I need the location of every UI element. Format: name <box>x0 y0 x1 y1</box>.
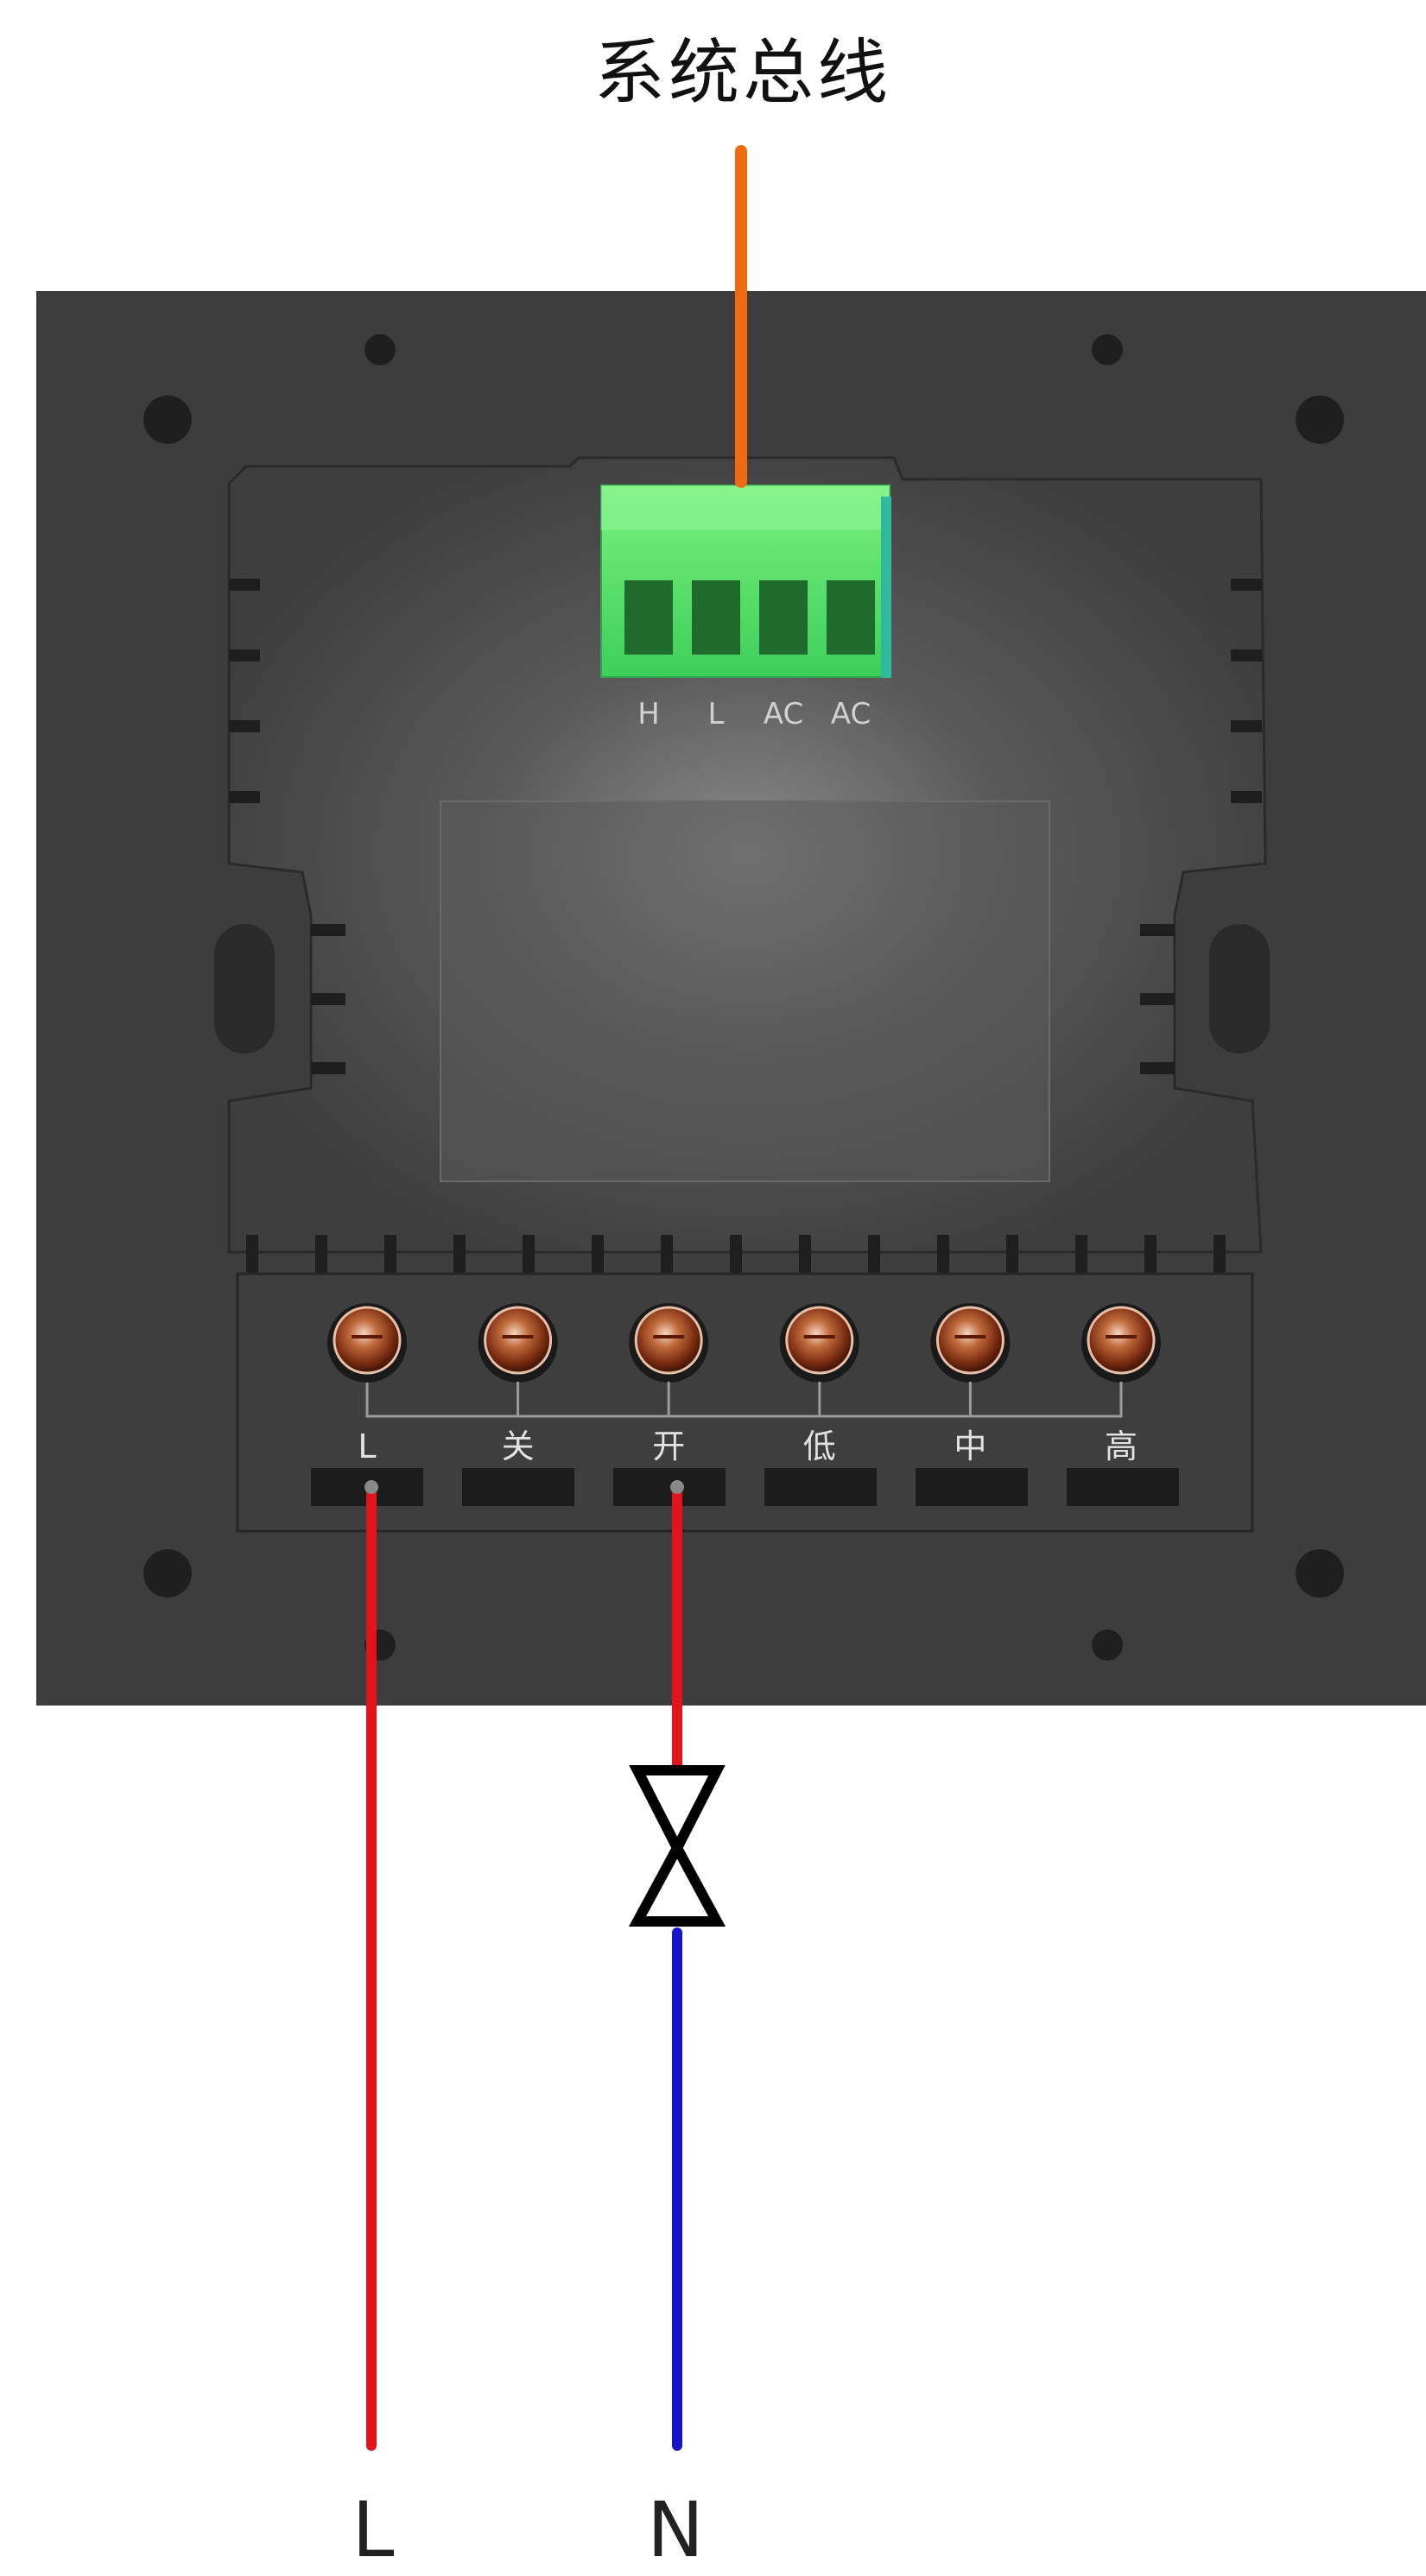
comb-ticks <box>246 1235 1226 1273</box>
neutral-label: N <box>647 2485 704 2574</box>
mount-hole <box>1092 334 1123 365</box>
bus-pin-socket <box>692 580 740 655</box>
screw-head <box>333 1306 402 1375</box>
screw-head <box>484 1306 553 1375</box>
valve-symbol <box>628 1765 726 1927</box>
bus-pin-label: L <box>708 697 725 731</box>
side-slot <box>1209 924 1270 1054</box>
mount-hole <box>143 396 192 444</box>
bus-pin-label: H <box>637 697 660 731</box>
bus-title: 系统总线 <box>594 32 891 114</box>
terminal-label: 开 <box>652 1427 685 1465</box>
label-area <box>440 801 1050 1182</box>
screw-head <box>634 1306 703 1375</box>
mount-hole <box>364 334 396 365</box>
wire-terminal-dot <box>364 1480 378 1494</box>
mount-hole <box>143 1549 192 1598</box>
mount-hole <box>1296 396 1344 444</box>
bus-pin-socket <box>759 580 808 655</box>
live-label: L <box>352 2485 394 2574</box>
mount-hole <box>1092 1630 1123 1661</box>
wire-terminal-dot <box>670 1480 684 1494</box>
wiring-diagram: 系统总线 L 关 开 低 中 高 H L AC AC L N <box>36 32 1426 2574</box>
mount-hole <box>1296 1549 1344 1598</box>
screw-head <box>785 1306 854 1375</box>
screw-head <box>935 1306 1005 1375</box>
terminal-label: 低 <box>803 1427 836 1465</box>
terminal-label: 关 <box>502 1427 535 1465</box>
bus-pin-label: AC <box>831 697 871 731</box>
bus-pin-socket <box>827 580 875 655</box>
terminal-label: 高 <box>1105 1427 1138 1465</box>
screw-head <box>1087 1306 1156 1375</box>
bus-pin-label: AC <box>764 697 803 731</box>
bus-pin-socket <box>624 580 673 655</box>
terminal-label: 中 <box>954 1427 986 1465</box>
terminal-label: L <box>358 1427 376 1465</box>
side-slot <box>214 924 275 1054</box>
